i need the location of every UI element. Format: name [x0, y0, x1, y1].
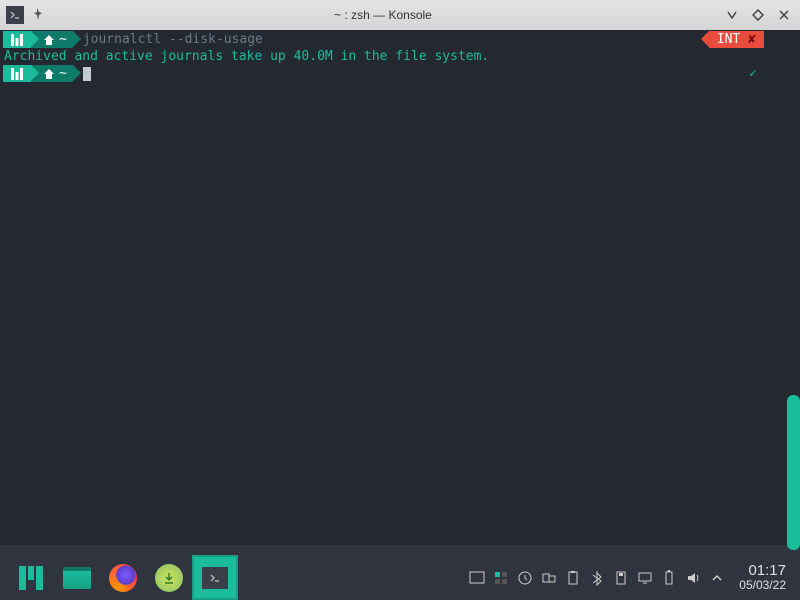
- clock-date: 05/03/22: [739, 578, 786, 592]
- window-titlebar: ~ : zsh — Konsole: [0, 0, 800, 30]
- bluetooth-tray-icon[interactable]: [585, 555, 609, 600]
- update-manager-tray-icon[interactable]: [513, 555, 537, 600]
- minimize-button[interactable]: [722, 5, 742, 25]
- clipboard-tray-icon[interactable]: [561, 555, 585, 600]
- konsole-taskbar-entry[interactable]: [192, 555, 238, 600]
- command-text: journalctl --disk-usage: [73, 31, 263, 48]
- close-button[interactable]: [774, 5, 794, 25]
- display-tray-icon[interactable]: [633, 555, 657, 600]
- battery-tray-icon[interactable]: [657, 555, 681, 600]
- system-tray-expander[interactable]: [705, 555, 729, 600]
- command-output: Archived and active journals take up 40.…: [3, 48, 797, 65]
- manjaro-glyph-icon: [9, 68, 25, 80]
- manjaro-logo-icon: [19, 566, 43, 590]
- window-title: ~ : zsh — Konsole: [50, 8, 716, 22]
- prompt-distro-segment: [3, 31, 31, 48]
- prompt-line-1: ~ journalctl --disk-usage INT ✘: [3, 31, 797, 48]
- terminal-scrollbar[interactable]: [787, 395, 800, 550]
- removable-media-tray-icon[interactable]: [609, 555, 633, 600]
- show-desktop-button[interactable]: [465, 555, 489, 600]
- folder-icon: [63, 567, 91, 589]
- clock-time: 01:17: [739, 564, 786, 578]
- interrupt-badge: INT ✘: [709, 31, 764, 48]
- home-icon: [43, 68, 55, 80]
- firefox-launcher[interactable]: [100, 555, 146, 600]
- file-manager-launcher[interactable]: [54, 555, 100, 600]
- network-tray-icon[interactable]: [537, 555, 561, 600]
- prompt-distro-segment: [3, 65, 31, 82]
- taskbar: 01:17 05/03/22: [0, 555, 800, 600]
- konsole-app-icon: [6, 6, 24, 24]
- pin-icon[interactable]: [30, 7, 44, 24]
- clock-widget[interactable]: 01:17 05/03/22: [729, 564, 792, 592]
- terminal-viewport[interactable]: ~ journalctl --disk-usage INT ✘ Archived…: [0, 30, 800, 545]
- terminal-icon: [202, 567, 228, 589]
- success-checkmark-icon: ✓: [749, 65, 757, 82]
- downloads-launcher[interactable]: [146, 555, 192, 600]
- desktop-background[interactable]: [0, 545, 800, 555]
- firefox-icon: [109, 564, 137, 592]
- manjaro-glyph-icon: [9, 34, 25, 46]
- workspace-switcher[interactable]: [489, 555, 513, 600]
- prompt-line-2: ~ ✓: [3, 65, 797, 82]
- volume-tray-icon[interactable]: [681, 555, 705, 600]
- terminal-cursor: [83, 67, 91, 81]
- download-icon: [155, 564, 183, 592]
- app-menu-button[interactable]: [8, 555, 54, 600]
- maximize-button[interactable]: [748, 5, 768, 25]
- home-icon: [43, 34, 55, 46]
